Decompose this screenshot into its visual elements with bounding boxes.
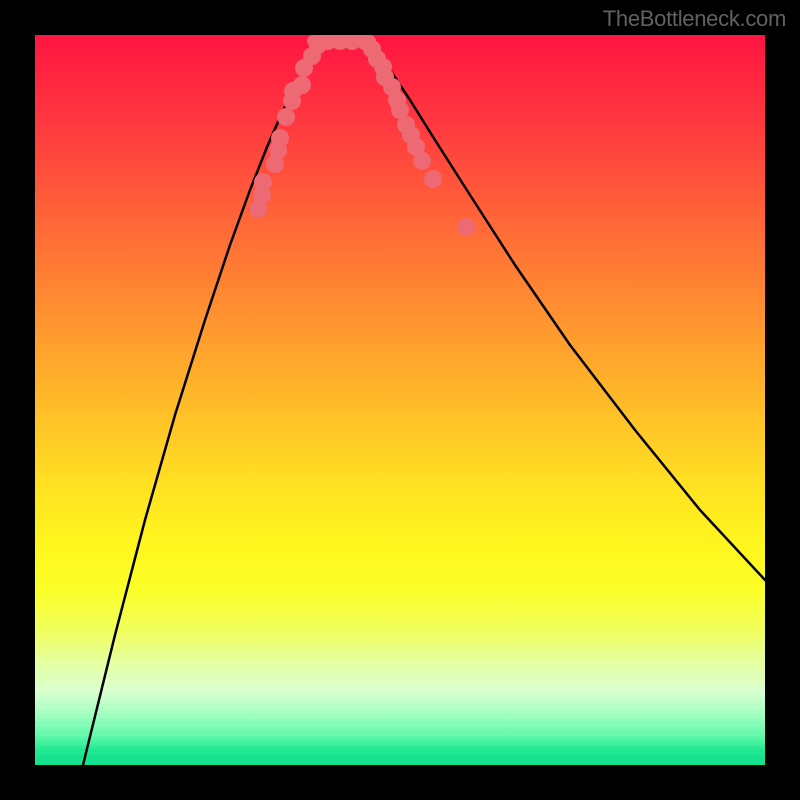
marker-dot bbox=[277, 108, 295, 126]
marker-dot bbox=[254, 173, 272, 191]
series-right-curve bbox=[365, 43, 765, 580]
watermark-text: TheBottleneck.com bbox=[603, 6, 786, 32]
chart-markers bbox=[249, 35, 475, 236]
marker-dot bbox=[293, 76, 311, 94]
marker-dot bbox=[424, 170, 442, 188]
chart-plot-area bbox=[35, 35, 765, 765]
series-left-curve bbox=[83, 43, 323, 765]
marker-dot bbox=[271, 129, 289, 147]
marker-dot bbox=[457, 218, 475, 236]
chart-svg-layer bbox=[35, 35, 765, 765]
marker-dot bbox=[413, 152, 431, 170]
